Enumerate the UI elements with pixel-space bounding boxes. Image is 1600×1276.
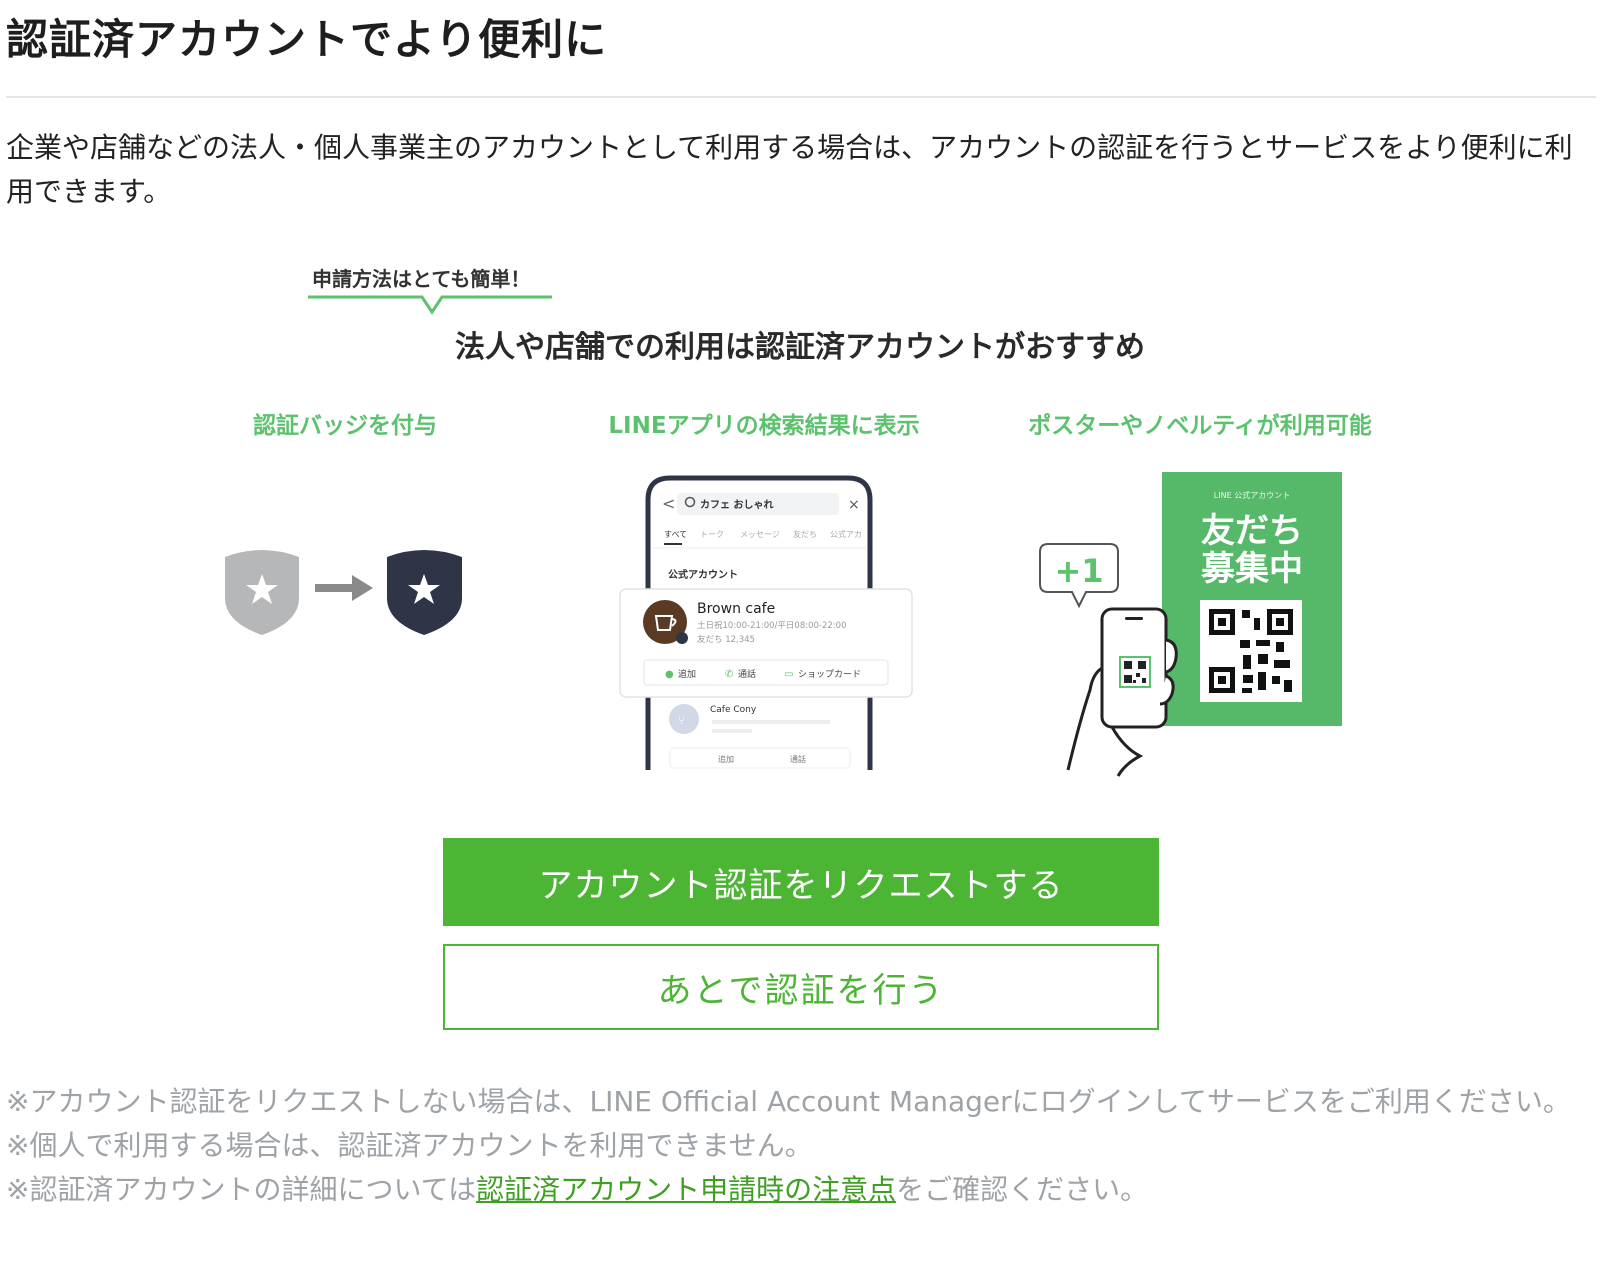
card-name: Brown cafe [697,601,775,617]
add-friend-icon: ● [665,669,674,680]
phone-tab: 友だち [793,529,817,539]
callout-underline [308,295,552,315]
search-result-card: Brown cafe 土日祝10:00-21:00/平日08:00-22:00 … [619,588,913,698]
second-action-add: 追加 [718,754,734,764]
poster: LINE 公式アカウント 友だち 募集中 [1162,472,1342,726]
callout-text: 申請方法はとても簡単！ [312,267,530,291]
phone-call-icon: ✆ [725,669,733,680]
card-hours: 土日祝10:00-21:00/平日08:00-22:00 [697,620,846,631]
phone-tab: メッセージ [740,530,780,539]
plus-one-bubble: +1 [1039,543,1119,609]
poster-line1: 友だち [1201,511,1303,551]
note-line: ※アカウント認証をリクエストしない場合は、LINE Official Accou… [6,1085,1571,1118]
poster-small-label: LINE 公式アカウント [1214,490,1290,500]
gray-shield-icon [225,550,299,635]
note-suffix: をご確認ください。 [896,1173,1149,1206]
verified-mini-badge-icon [676,632,688,644]
arrow-right-icon [315,575,373,601]
second-action-call: 通話 [790,754,806,764]
phone-tab: 公式アカ [830,529,862,539]
fork-knife-icon: ⑂ [678,713,685,727]
phone-tab: すべて [664,530,687,539]
hand-holding-phone [1066,607,1178,777]
card-friends: 友だち 12,345 [697,634,755,645]
card-action-add: 追加 [678,668,696,680]
title-divider [6,96,1596,98]
second-name: Cafe Cony [710,705,757,715]
poster-line2: 募集中 [1200,549,1303,589]
phone-qr-icon [1119,656,1151,688]
phone-search-text: カフェ おしゃれ [700,499,773,511]
feature-label-search: LINEアプリの検索結果に表示 [608,412,919,439]
verify-later-button[interactable]: あとで認証を行う [443,944,1159,1030]
shop-card-icon: ▭ [784,669,793,680]
card-action-call: 通話 [738,668,756,680]
phone-tab: トーク [700,530,724,539]
notes: ※アカウント認証をリクエストしない場合は、LINE Official Accou… [6,1080,1594,1212]
intro-text: 企業や店舗などの法人・個人事業主のアカウントとして利用する場合は、アカウントの認… [6,131,1573,208]
note-line: ※認証済アカウントの詳細については認証済アカウント申請時の注意点をご確認ください… [6,1168,1594,1212]
feature-label-badge: 認証バッジを付与 [253,412,437,439]
card-action-shopcard: ショップカード [798,669,861,680]
page-title: 認証済アカウントでより便利に [6,15,608,64]
verified-shield-icon [387,550,462,635]
verification-notes-link[interactable]: 認証済アカウント申請時の注意点 [476,1173,896,1206]
request-verification-button[interactable]: アカウント認証をリクエストする [443,838,1159,926]
feature-label-poster: ポスターやノベルティが利用可能 [1028,412,1372,439]
plus-one-text: +1 [1054,552,1103,590]
phone-section-label: 公式アカウント [668,568,738,581]
phone-close-icon: × [848,497,860,513]
back-chevron-icon: < [662,494,675,513]
note-line: ※個人で利用する場合は、認証済アカウントを利用できません。 [6,1129,813,1162]
illustration-heading: 法人や店舗での利用は認証済アカウントがおすすめ [455,330,1145,365]
note-prefix: ※認証済アカウントの詳細については [6,1173,477,1206]
